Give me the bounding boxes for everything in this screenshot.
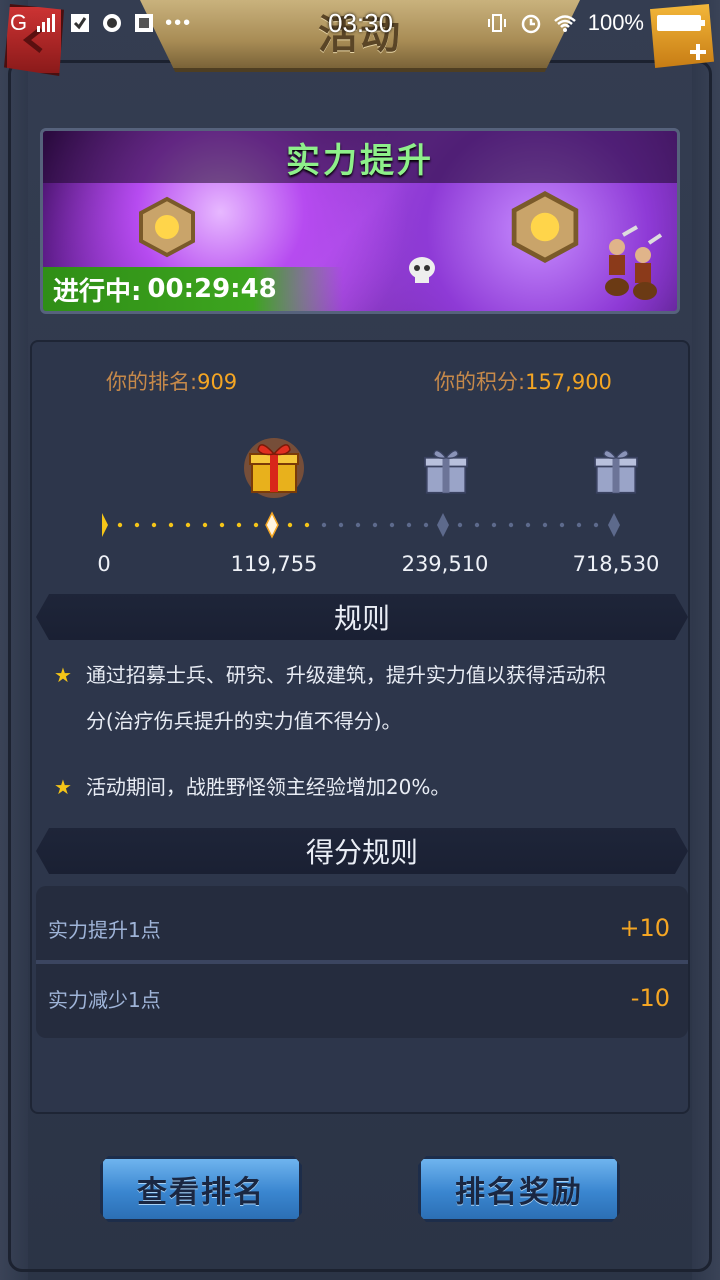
hex-coin-icon (139, 196, 195, 258)
milestone-label: 239,510 (401, 552, 489, 576)
event-panel: 你的排名:909 你的积分:157,900 0 119,755 239,510 … (30, 340, 690, 1114)
score-row-label: 实力提升1点 (48, 917, 161, 942)
rank-label: 你的排名: (106, 370, 198, 394)
rule-line: 活动期间，战胜野怪领主经验增加20%。 (85, 775, 451, 799)
star-icon: ★ (54, 775, 72, 799)
track-dot (304, 522, 310, 528)
skull-icon (409, 257, 435, 283)
rank-info: 你的排名:909 (106, 366, 237, 396)
milestone-marker-1 (265, 511, 279, 539)
event-banner: 实力提升 进行中: 00:29:48 (40, 128, 680, 314)
track-dot (253, 522, 259, 528)
silver-gift-icon[interactable] (588, 442, 644, 498)
rule-item: ★ 活动期间，战胜野怪领主经验增加20%。 (54, 764, 674, 810)
gold-gift-icon[interactable] (242, 434, 306, 498)
status-bar: G ••• 03:30 100% (0, 0, 720, 48)
track-dot (168, 522, 174, 528)
table-row: 实力提升1点 +10 (36, 894, 688, 962)
score-row-label: 实力减少1点 (48, 987, 161, 1012)
event-title: 实力提升 (286, 140, 434, 181)
score-row-value: +10 (619, 914, 670, 942)
track-dot (287, 522, 293, 528)
track-dot (474, 522, 480, 528)
track-dot (576, 522, 582, 528)
battery-icon (657, 15, 705, 31)
scoring-table: 实力提升1点 +10 实力减少1点 -10 (36, 886, 688, 1038)
track-dot (338, 522, 344, 528)
scoring-header: 得分规则 (36, 828, 688, 874)
track-dot (559, 522, 565, 528)
rule-text: 活动期间，战胜野怪领主经验增加20%。 (86, 764, 450, 810)
track-dot (321, 522, 327, 528)
track-dot (508, 522, 514, 528)
ranking-rewards-button[interactable]: 排名奖励 (418, 1156, 620, 1222)
track-dot (355, 522, 361, 528)
milestone-label: 119,755 (230, 552, 318, 576)
track-dots (117, 522, 599, 528)
track-dot (389, 522, 395, 528)
track-dot (542, 522, 548, 528)
track-dot (202, 522, 208, 528)
milestone-marker-3 (608, 513, 620, 537)
track-dot (423, 522, 429, 528)
vibrate-icon (487, 14, 506, 32)
track-dot (491, 522, 497, 528)
rules-header: 规则 (36, 594, 688, 640)
track-dot (593, 522, 599, 528)
silver-gift-icon[interactable] (418, 442, 474, 498)
track-dot (219, 522, 225, 528)
star-icon: ★ (54, 663, 72, 687)
track-dot (406, 522, 412, 528)
checkbox-notification-icon (71, 14, 90, 32)
track-dot (185, 522, 191, 528)
carrier-label: G (10, 10, 28, 35)
milestone-label: 0 (97, 552, 111, 576)
track-dot (117, 522, 123, 528)
alarm-icon (521, 14, 540, 34)
track-dot (525, 522, 531, 528)
banner-title-bar: 实力提升 (43, 131, 677, 183)
more-notifications-icon: ••• (165, 11, 193, 34)
hex-coin-icon (511, 191, 579, 263)
track-dot (457, 522, 463, 528)
countdown-timer: 00:29:48 (147, 274, 277, 304)
clock: 03:30 (328, 8, 394, 38)
wifi-icon (553, 15, 576, 32)
globe-notification-icon (103, 14, 122, 32)
rule-line: 分(治疗伤兵提升的实力值不得分)。 (85, 709, 402, 733)
battery-percent: 100% (587, 10, 644, 35)
score-value: 157,900 (525, 370, 612, 394)
track-dot (151, 522, 157, 528)
warriors-icon (605, 225, 663, 300)
rule-item: ★ 通过招募士兵、研究、升级建筑，提升实力值以获得活动积 分(治疗伤兵提升的实力… (54, 652, 674, 744)
track-dot (372, 522, 378, 528)
table-row: 实力减少1点 -10 (36, 964, 688, 1032)
score-row-value: -10 (630, 984, 670, 1012)
score-info: 你的积分:157,900 (434, 366, 612, 396)
milestone-marker-2 (437, 513, 449, 537)
rank-value: 909 (197, 370, 238, 394)
rule-line: 通过招募士兵、研究、升级建筑，提升实力值以获得活动积 (85, 663, 606, 687)
rule-text: 通过招募士兵、研究、升级建筑，提升实力值以获得活动积 分(治疗伤兵提升的实力值不… (86, 652, 606, 744)
status-label: 进行中: (53, 276, 142, 307)
score-label: 你的积分: (434, 370, 526, 394)
signal-icon (37, 14, 56, 32)
milestone-marker-0 (102, 513, 108, 537)
track-dot (236, 522, 242, 528)
app-notification-icon (135, 14, 154, 32)
event-status-bar: 进行中: 00:29:48 (43, 267, 343, 311)
view-ranking-button[interactable]: 查看排名 (100, 1156, 302, 1222)
milestone-label: 718,530 (572, 552, 660, 576)
track-dot (134, 522, 140, 528)
progress-track (102, 511, 620, 539)
